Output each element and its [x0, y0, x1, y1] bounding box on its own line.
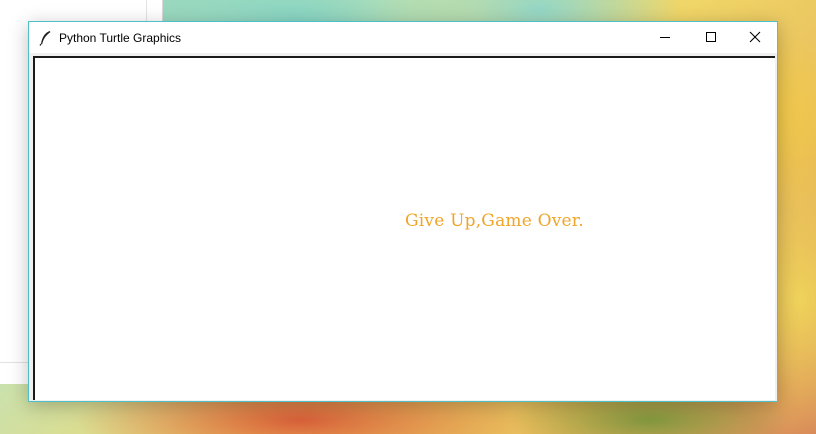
close-button[interactable]	[732, 22, 778, 53]
game-over-message: Give Up,Game Over.	[405, 211, 584, 231]
turtle-canvas[interactable]: Give Up,Game Over.	[33, 56, 775, 400]
feather-icon	[38, 30, 52, 46]
minimize-icon	[659, 28, 671, 47]
window-title: Python Turtle Graphics	[59, 31, 182, 45]
turtle-graphics-window: Python Turtle Graphics Give Up,Game Over…	[28, 21, 778, 402]
close-icon	[749, 28, 761, 47]
maximize-icon	[705, 28, 717, 47]
title-bar[interactable]: Python Turtle Graphics	[29, 22, 777, 53]
maximize-button[interactable]	[688, 22, 734, 53]
minimize-button[interactable]	[642, 22, 688, 53]
